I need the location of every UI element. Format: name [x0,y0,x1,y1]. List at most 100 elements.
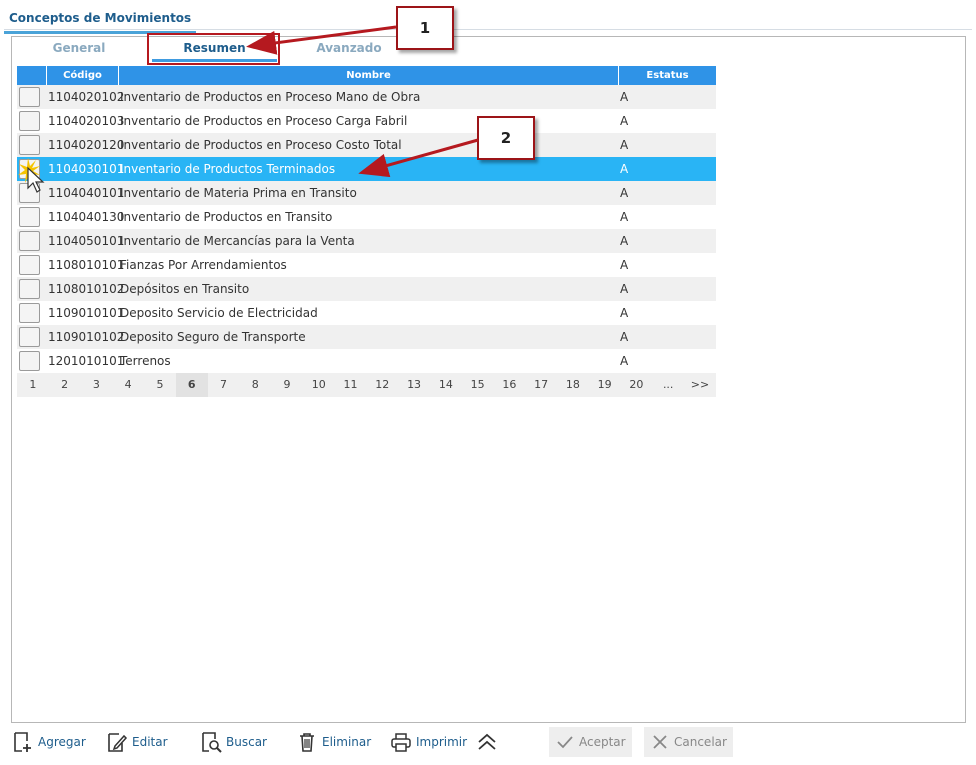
row-code: 1104040101 [48,186,125,200]
pager-link[interactable]: 12 [366,373,398,397]
pager-link[interactable]: 2 [49,373,81,397]
header-select-column [17,66,46,85]
callout-1: 1 [396,6,454,50]
collapse-toolbar-button[interactable] [476,727,498,757]
table-row[interactable]: 1109010102 Deposito Seguro de Transporte A [17,325,716,349]
row-checkbox[interactable] [19,111,40,131]
table-row[interactable]: 1104020103 Inventario de Productos en Pro… [17,109,716,133]
pager-link[interactable]: 7 [208,373,240,397]
row-status: A [620,210,629,224]
tab-avanzado[interactable]: Avanzado [304,40,394,62]
row-status: A [620,162,629,176]
pager-link[interactable]: 16 [493,373,525,397]
pager-link[interactable]: 19 [589,373,621,397]
callout-2: 2 [477,116,535,160]
table-row[interactable]: 1109010101 Deposito Servicio de Electrici… [17,301,716,325]
agregar-label: Agregar [38,735,86,749]
editar-button[interactable]: Editar [106,727,168,757]
pager-link[interactable]: >> [684,373,716,397]
row-checkbox[interactable] [19,231,40,251]
pager-link[interactable]: 1 [17,373,49,397]
row-checkbox[interactable] [19,135,40,155]
table-row[interactable]: 1201010101 Terrenos A [17,349,716,373]
pager-link[interactable]: 14 [430,373,462,397]
pager-link[interactable]: 15 [462,373,494,397]
row-checkbox[interactable] [19,351,40,371]
pager-link[interactable]: 4 [112,373,144,397]
row-status: A [620,306,629,320]
row-select-cell[interactable] [17,205,46,229]
cancelar-label: Cancelar [674,735,727,749]
row-code: 1104030101 [48,162,125,176]
row-checkbox[interactable] [19,207,40,227]
pager-link[interactable]: 10 [303,373,335,397]
row-select-cell[interactable] [17,109,46,133]
table-row[interactable]: 1108010102 Depósitos en Transito A [17,277,716,301]
row-select-cell[interactable] [17,277,46,301]
row-status: A [620,258,629,272]
row-select-cell[interactable] [17,229,46,253]
pager-link[interactable]: 18 [557,373,589,397]
row-code: 1109010101 [48,306,125,320]
row-name: Inventario de Productos Terminados [120,162,336,176]
row-checkbox[interactable] [19,87,40,107]
row-code: 1104020103 [48,114,125,128]
row-name: Depósitos en Transito [120,282,250,296]
pager-link[interactable]: 17 [525,373,557,397]
eliminar-label: Eliminar [322,735,372,749]
grid-body: 1104020102 Inventario de Productos en Pro… [17,85,716,373]
pager-link[interactable]: 20 [621,373,653,397]
printer-icon [391,733,411,752]
row-name: Inventario de Productos en Transito [120,210,333,224]
pager-link[interactable]: 9 [271,373,303,397]
row-checkbox[interactable] [19,255,40,275]
row-select-cell[interactable] [17,85,46,109]
table-row[interactable]: 1104050101 Inventario de Mercancías para … [17,229,716,253]
aceptar-button[interactable]: Aceptar [549,727,632,757]
table-row[interactable]: 1104020120 Inventario de Productos en Pro… [17,133,716,157]
table-row[interactable]: 1108010101 Fianzas Por Arrendamientos A [17,253,716,277]
row-status: A [620,138,629,152]
header-codigo[interactable]: Código [46,66,118,85]
row-checkbox[interactable] [19,279,40,299]
row-name: Fianzas Por Arrendamientos [120,258,287,272]
row-checkbox[interactable] [19,303,40,323]
table-row[interactable]: 1104040130 Inventario de Productos en Tra… [17,205,716,229]
table-row[interactable]: 1104040101 Inventario de Materia Prima en… [17,181,716,205]
search-document-icon [202,732,222,753]
header-estatus[interactable]: Estatus [618,66,716,85]
pager-link[interactable]: 3 [81,373,113,397]
row-select-cell[interactable] [17,133,46,157]
imprimir-label: Imprimir [416,735,468,749]
row-select-cell[interactable] [17,301,46,325]
row-code: 1109010102 [48,330,125,344]
pager-link[interactable]: 8 [239,373,271,397]
row-code: 1104020120 [48,138,125,152]
row-status: A [620,234,629,248]
trash-icon [300,733,314,752]
eliminar-button[interactable]: Eliminar [296,727,371,757]
imprimir-button[interactable]: Imprimir [390,727,467,757]
pager-link[interactable]: 13 [398,373,430,397]
header-nombre[interactable]: Nombre [118,66,618,85]
checkmark-icon [557,736,573,749]
row-select-cell[interactable] [17,325,46,349]
add-document-icon [14,732,31,752]
buscar-button[interactable]: Buscar [200,727,267,757]
table-row[interactable]: 1104020102 Inventario de Productos en Pro… [17,85,716,109]
pager-link[interactable]: 5 [144,373,176,397]
tab-general[interactable]: General [34,40,124,62]
table-row[interactable]: 1104030101 Inventario de Productos Termin… [17,157,716,181]
close-icon [653,735,667,749]
pager-link[interactable]: 11 [335,373,367,397]
row-select-cell[interactable] [17,253,46,277]
row-code: 1108010101 [48,258,125,272]
aceptar-label: Aceptar [579,735,626,749]
row-checkbox[interactable] [19,327,40,347]
row-select-cell[interactable] [17,349,46,373]
row-status: A [620,186,629,200]
agregar-button[interactable]: Agregar [12,727,86,757]
pager-link[interactable]: 6 [175,373,208,397]
cancelar-button[interactable]: Cancelar [644,727,733,757]
pager-link[interactable]: ... [652,373,684,397]
